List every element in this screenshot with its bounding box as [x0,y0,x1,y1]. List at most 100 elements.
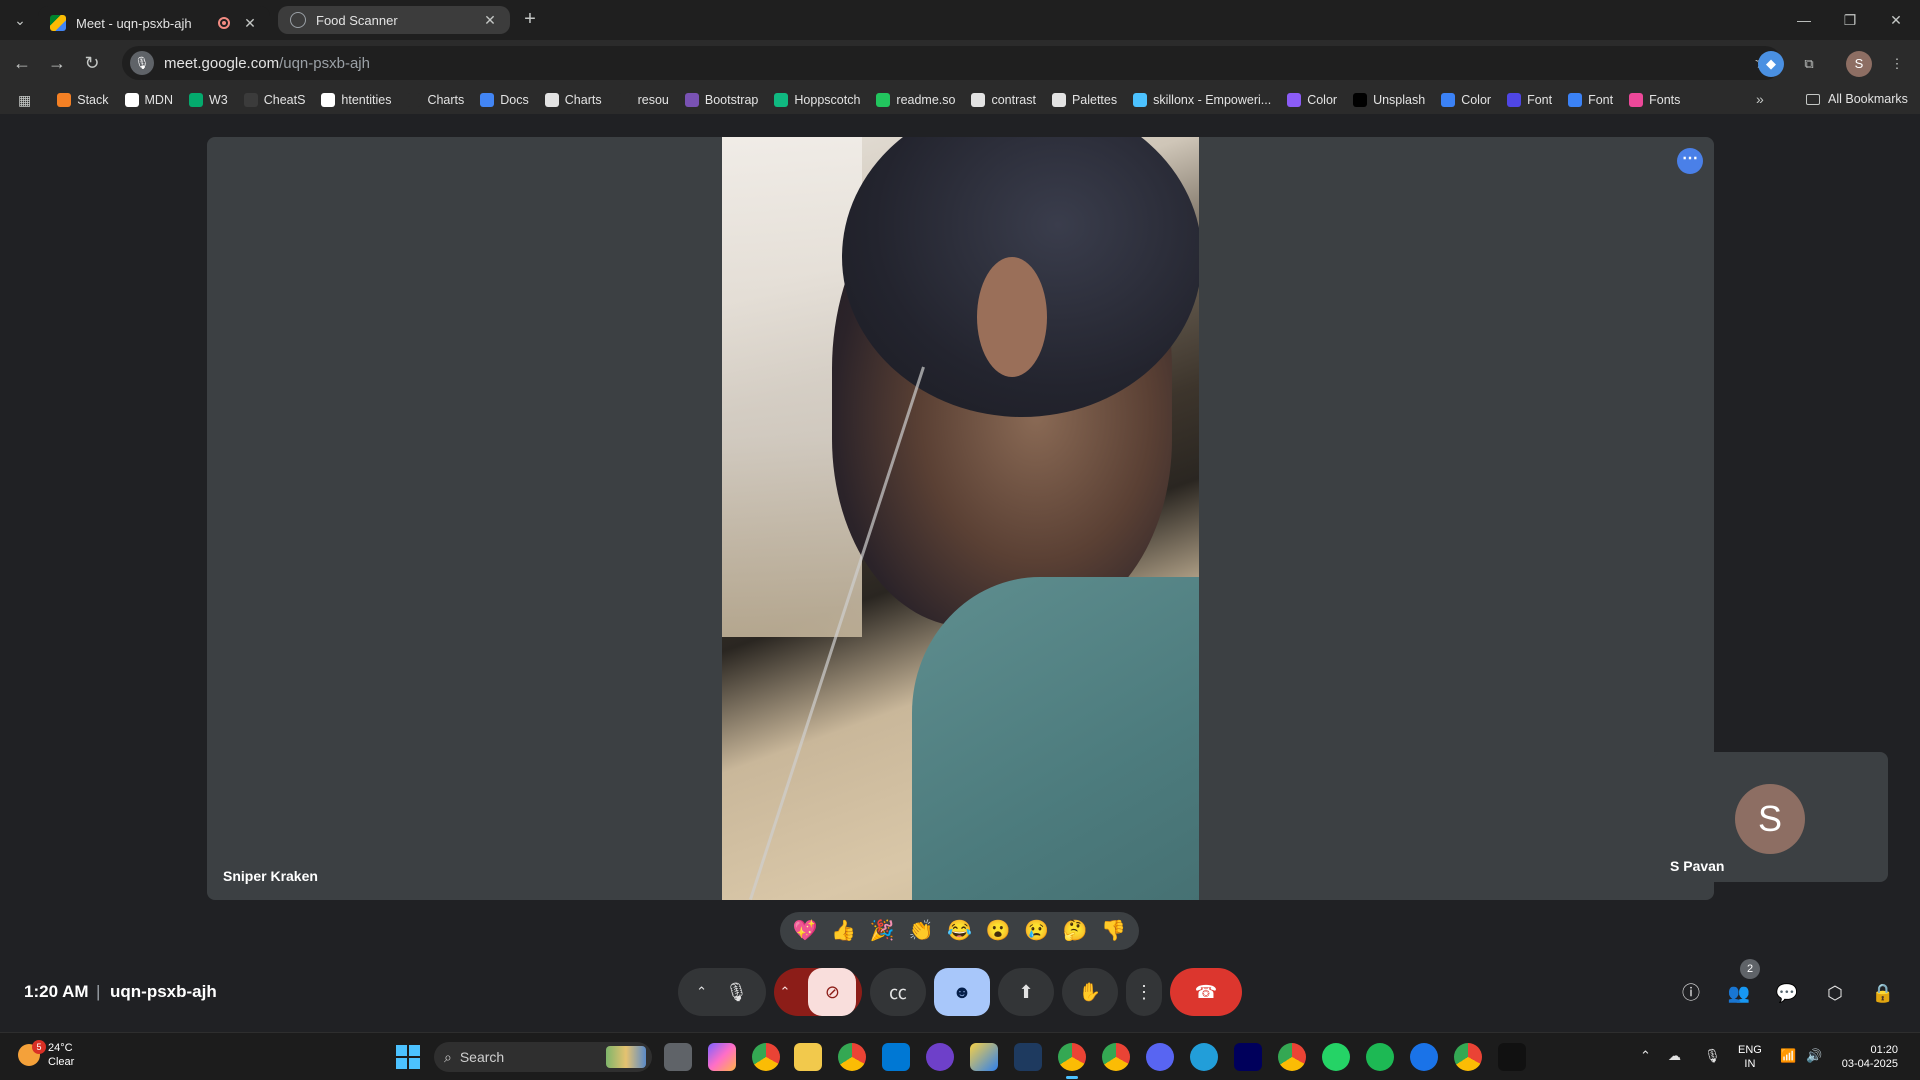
reload-icon[interactable]: ↻ [80,51,104,75]
vscode-icon[interactable] [882,1043,910,1071]
more-options-kebab-icon[interactable]: ⋮ [1126,968,1162,1016]
google-meet-favicon-icon [50,15,66,31]
restore-icon[interactable]: ❐ [1830,8,1870,32]
tab-food-scanner[interactable]: Food Scanner ✕ [278,6,510,34]
profile-avatar[interactable]: S [1846,51,1872,77]
bookmark-item[interactable]: Docs [480,93,529,107]
reaction-thumbs-up[interactable]: 👍 [828,915,860,947]
video-settings-chevron-icon[interactable]: ⌃ [780,984,791,1000]
emoji-reactions-icon[interactable]: ☻ [934,968,990,1016]
globe-favicon-icon [290,12,306,28]
all-bookmarks-button[interactable]: All Bookmarks [1806,92,1908,106]
menu-kebab-icon[interactable]: ⋮ [1884,51,1910,77]
tab-search-chevron-icon[interactable]: ⌄ [10,10,30,30]
task-view-icon[interactable] [664,1043,692,1071]
bookmark-item[interactable]: W3 [188,93,228,107]
microphone-icon[interactable]: 🎙 [725,982,748,1003]
file-explorer-icon[interactable] [794,1043,822,1071]
tray-chevron-up-icon[interactable]: ⌃ [1640,1048,1651,1064]
close-icon[interactable]: ✕ [482,12,498,29]
new-tab-button[interactable]: + [518,8,542,32]
chart-app-icon[interactable] [1014,1043,1042,1071]
main-video-tile: Sniper Kraken ⋯ [207,137,1714,900]
volume-icon[interactable]: 🔊 [1806,1048,1822,1064]
bookmark-item[interactable]: readme.so [876,93,955,107]
reaction-laughing[interactable]: 😂 [943,915,975,947]
bookmark-item[interactable]: Color [1441,93,1491,107]
chrome-extra-icon[interactable] [1454,1043,1482,1071]
bookmark-item[interactable]: Fonts [1629,93,1680,107]
telegram-icon[interactable] [1190,1043,1218,1071]
chrome-active-icon[interactable] [1058,1043,1086,1079]
more-bookmarks-chevron-icon[interactable]: » [1756,91,1764,107]
onedrive-icon[interactable]: ☁ [1668,1048,1681,1064]
bookmark-item[interactable]: Font [1568,93,1613,107]
bookmark-item[interactable]: Font [1507,93,1552,107]
tab-meet[interactable]: Meet - uqn-psxb-ajh ✕ [38,6,270,40]
reaction-thinking[interactable]: 🤔 [1059,915,1091,947]
forward-icon[interactable]: → [45,51,69,75]
bookmark-item[interactable]: CheatS [243,93,305,107]
github-desktop-icon[interactable] [926,1043,954,1071]
bookmark-item[interactable]: Hoppscotch [774,93,860,107]
bookmark-item[interactable]: Stack [57,93,109,107]
git-tool-icon[interactable] [970,1043,998,1071]
reaction-sparkling-heart[interactable]: 💖 [789,915,821,947]
reaction-clapping[interactable]: 👏 [905,915,937,947]
weather-widget[interactable]: 5 24°C Clear [18,1040,74,1069]
extensions-puzzle-icon[interactable]: ⧉ [1796,51,1822,77]
reaction-party-popper[interactable]: 🎉 [866,915,898,947]
language-indicator[interactable]: ENG IN [1738,1043,1762,1071]
address-bar[interactable]: 🎙 meet.google.com/uqn-psxb-ajh ☆ [122,46,1782,80]
bookmark-item[interactable]: Palettes [1051,93,1117,107]
bookmark-item[interactable]: resou [617,93,669,107]
raise-hand-icon[interactable]: ✋ [1062,968,1118,1016]
bookmark-item[interactable]: Charts [407,93,464,107]
minimize-icon[interactable]: — [1784,8,1824,32]
reaction-surprised[interactable]: 😮 [982,915,1014,947]
whatsapp-icon[interactable] [1322,1043,1350,1071]
tray-microphone-icon[interactable]: 🎙 [1704,1048,1721,1064]
back-icon[interactable]: ← [10,51,34,75]
chrome-alt-icon[interactable] [1102,1043,1130,1071]
close-icon[interactable]: ✕ [242,15,258,32]
bookmark-item[interactable]: Charts [544,93,602,107]
meeting-info-icon[interactable]: ⓘ [1676,978,1706,1008]
chrome-icon[interactable] [752,1043,780,1071]
audio-settings-chevron-icon[interactable]: ⌃ [696,984,707,1000]
extension-icon[interactable]: ◆ [1758,51,1784,77]
canva-icon[interactable] [1410,1043,1438,1071]
captions-icon[interactable]: ㏄ [870,968,926,1016]
bookmark-item[interactable]: contrast [971,93,1036,107]
bookmark-item[interactable]: Unsplash [1353,93,1425,107]
spotify-icon[interactable] [1366,1043,1394,1071]
bookmark-item[interactable]: skillonx - Empoweri... [1133,93,1271,107]
activities-icon[interactable]: ⬡ [1820,978,1850,1008]
close-window-icon[interactable]: ✕ [1876,8,1916,32]
discord-icon[interactable] [1146,1043,1174,1071]
bookmark-item[interactable]: MDN [124,93,173,107]
bookmark-item[interactable]: Bootstrap [684,93,758,107]
camera-off-icon[interactable]: ⊘ [808,968,857,1016]
bookmark-item[interactable]: Color [1287,93,1337,107]
wifi-icon[interactable]: 📶 [1780,1048,1796,1064]
reaction-thumbs-down[interactable]: 👎 [1098,915,1130,947]
taskbar-search[interactable]: ⌕ Search [434,1042,652,1072]
copilot-icon[interactable] [708,1043,736,1071]
chrome-app-icon[interactable] [1278,1043,1306,1071]
windows-start-icon[interactable] [396,1045,420,1069]
chrome-profile-icon[interactable] [838,1043,866,1071]
more-options-icon[interactable]: ⋯ [1677,148,1703,174]
app-icon[interactable] [1498,1043,1526,1071]
people-icon[interactable]: 👥 [1724,978,1754,1008]
bookmark-item[interactable]: htentities [321,93,391,107]
present-screen-icon[interactable]: ⬆ [998,968,1054,1016]
microphone-site-icon[interactable]: 🎙 [130,51,154,75]
reaction-sad[interactable]: 😢 [1021,915,1053,947]
leave-call-icon[interactable]: ☎ [1170,968,1242,1016]
apps-grid-icon[interactable]: ▦ [18,92,31,109]
system-clock[interactable]: 01:20 03-04-2025 [1836,1043,1898,1071]
chat-icon[interactable]: 💬 [1772,978,1802,1008]
premiere-pro-icon[interactable] [1234,1043,1262,1071]
host-controls-icon[interactable]: 🔒 [1868,978,1898,1008]
